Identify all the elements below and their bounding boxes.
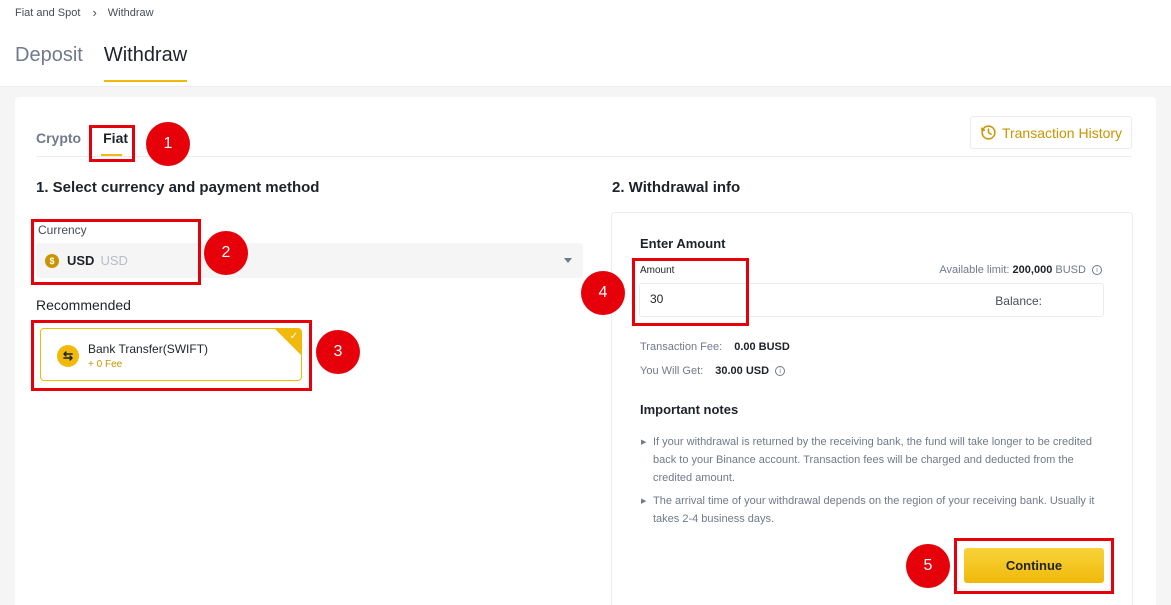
top-tabs: Deposit Withdraw	[15, 44, 188, 82]
bullet-icon: ▶	[641, 439, 647, 446]
available-limit-value: 200,000	[1012, 264, 1053, 276]
caret-down-icon	[564, 258, 572, 263]
recommended-label: Recommended	[36, 297, 131, 313]
you-will-get-row: You Will Get: 30.00 USD i	[640, 365, 786, 377]
step-badge-2: 2	[204, 231, 248, 275]
transaction-history-label: Transaction History	[1001, 124, 1123, 141]
available-limit-label: Available limit:	[939, 264, 1010, 276]
section-withdrawal-info-title: 2. Withdrawal info	[612, 179, 741, 196]
breadcrumb-fiat-and-spot[interactable]: Fiat and Spot	[15, 7, 80, 19]
note-item: If your withdrawal is returned by the re…	[653, 436, 1093, 484]
enter-amount-heading: Enter Amount	[640, 236, 726, 251]
step-badge-3: 3	[316, 330, 360, 374]
note-item: The arrival time of your withdrawal depe…	[653, 495, 1095, 525]
important-notes-title: Important notes	[640, 402, 739, 417]
info-icon[interactable]: i	[775, 366, 786, 377]
step-badge-5: 5	[906, 544, 950, 588]
annotation-box-method	[31, 320, 312, 391]
transaction-fee-label: Transaction Fee:	[640, 341, 723, 353]
annotation-box-amount	[632, 258, 749, 326]
transaction-fee-row: Transaction Fee: 0.00 BUSD	[640, 341, 790, 353]
transaction-history-button[interactable]: Transaction History	[970, 116, 1132, 149]
tab-deposit[interactable]: Deposit	[15, 44, 83, 82]
tab-crypto[interactable]: Crypto	[36, 130, 81, 146]
step-badge-4: 4	[581, 271, 625, 315]
info-icon[interactable]: i	[1092, 265, 1102, 276]
balance-label: Balance:	[995, 294, 1042, 308]
you-will-get-label: You Will Get:	[640, 365, 704, 377]
step-badge-1: 1	[146, 122, 190, 166]
available-limit: Available limit: 200,000 BUSD i	[939, 264, 1102, 276]
history-icon	[980, 125, 996, 140]
bullet-icon: ▶	[641, 498, 647, 505]
section-select-currency-title: 1. Select currency and payment method	[36, 179, 320, 196]
breadcrumb: Fiat and Spot › Withdraw	[15, 5, 154, 20]
annotation-box-currency	[31, 219, 201, 285]
transaction-fee-value: 0.00 BUSD	[734, 341, 790, 353]
you-will-get-value: 30.00 USD	[715, 365, 770, 377]
annotation-box-continue	[954, 538, 1114, 594]
tab-withdraw[interactable]: Withdraw	[103, 44, 188, 82]
breadcrumb-withdraw: Withdraw	[107, 6, 154, 19]
tab-divider	[36, 156, 1132, 157]
annotation-box-fiat	[89, 125, 135, 162]
chevron-right-icon: ›	[92, 5, 97, 20]
available-limit-unit: BUSD	[1055, 264, 1086, 276]
